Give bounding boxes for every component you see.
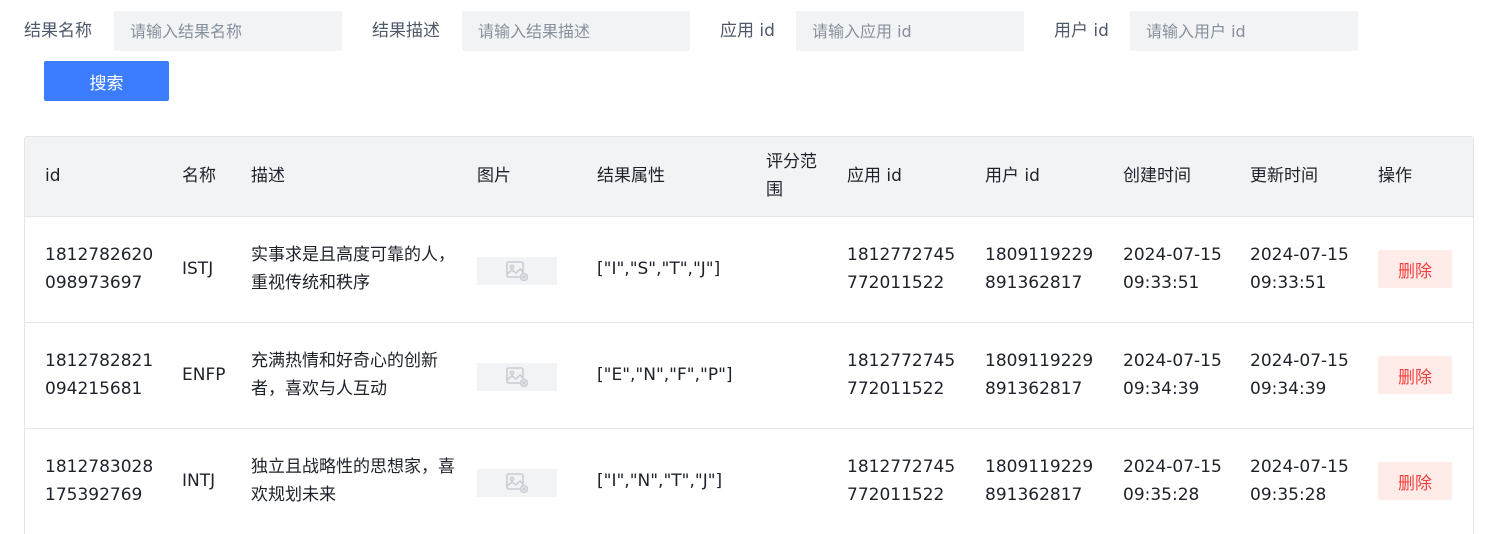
cell-props: ["I","S","T","J"] [597,259,721,279]
cell-user-id: 1809119229891362817 [985,245,1094,293]
table-row: 1812783028175392769 INTJ 独立且战略性的思想家，喜欢规划… [25,428,1473,534]
cell-name: ISTJ [182,259,214,279]
table-header-row: id 名称 描述 图片 结果属性 评分范围 应用 id 用户 id 创建时间 更… [25,137,1473,216]
cell-desc: 实事求是且高度可靠的人，重视传统和秩序 [251,245,455,293]
cell-props: ["E","N","F","P"] [597,365,733,385]
col-header-app-id: 应用 id [847,166,902,187]
col-header-props: 结果属性 [597,166,665,187]
col-header-name: 名称 [182,166,216,187]
result-name-label: 结果名称 [24,21,92,41]
cell-score [746,322,827,428]
cell-id: 1812782821094215681 [45,351,154,399]
broken-image-icon [477,469,557,498]
col-header-id: id [45,166,61,187]
cell-action: 删除 [1358,428,1473,534]
cell-name: INTJ [182,471,216,492]
col-header-user-id: 用户 id [985,166,1040,187]
cell-app-id: 1812772745772011522 [847,245,956,293]
user-id-input[interactable] [1130,11,1358,51]
col-header-action: 操作 [1378,166,1412,187]
cell-created: 2024-07-15 09:33:51 [1123,245,1222,293]
delete-button[interactable]: 删除 [1378,462,1452,501]
app-id-input[interactable] [796,11,1024,51]
cell-image [457,216,577,322]
cell-updated: 2024-07-15 09:35:28 [1250,457,1349,506]
delete-button[interactable]: 删除 [1378,356,1452,394]
cell-created: 2024-07-15 09:35:28 [1123,457,1222,506]
table-header: id 名称 描述 图片 结果属性 评分范围 应用 id 用户 id 创建时间 更… [25,137,1473,216]
broken-image-icon [477,257,557,285]
col-header-updated: 更新时间 [1250,166,1318,187]
col-header-created: 创建时间 [1123,166,1191,187]
col-header-score: 评分范围 [766,152,817,201]
search-button[interactable]: 搜索 [44,61,169,101]
table-row: 1812782821094215681 ENFP 充满热情和好奇心的创新者，喜欢… [25,322,1473,428]
cell-name: ENFP [182,365,226,385]
col-header-desc: 描述 [251,166,285,187]
cell-updated: 2024-07-15 09:34:39 [1250,351,1349,399]
cell-action: 删除 [1358,322,1473,428]
cell-user-id: 1809119229891362817 [985,351,1094,399]
cell-created: 2024-07-15 09:34:39 [1123,351,1222,399]
broken-image-icon [477,363,557,391]
cell-app-id: 1812772745772011522 [847,457,956,506]
cell-desc: 独立且战略性的思想家，喜欢规划未来 [251,457,455,506]
result-name-input[interactable] [114,11,342,51]
cell-updated: 2024-07-15 09:33:51 [1250,245,1349,293]
results-table-grid: id 名称 描述 图片 结果属性 评分范围 应用 id 用户 id 创建时间 更… [25,137,1473,534]
app-id-label: 应用 id [720,21,775,41]
results-table: id 名称 描述 图片 结果属性 评分范围 应用 id 用户 id 创建时间 更… [24,136,1474,534]
table-row: 1812782620098973697 ISTJ 实事求是且高度可靠的人，重视传… [25,216,1473,322]
user-id-label: 用户 id [1054,21,1109,41]
cell-desc: 充满热情和好奇心的创新者，喜欢与人互动 [251,351,438,399]
result-desc-label: 结果描述 [372,21,440,41]
search-form: 结果名称 结果描述 应用 id 用户 id 搜索 [0,0,1501,110]
cell-props: ["I","N","T","J"] [597,471,723,492]
cell-id: 1812783028175392769 [45,457,154,506]
cell-score [746,428,827,534]
table-body: 1812782620098973697 ISTJ 实事求是且高度可靠的人，重视传… [25,216,1473,534]
result-desc-input[interactable] [462,11,690,51]
cell-score [746,216,827,322]
cell-id: 1812782620098973697 [45,245,154,293]
cell-action: 删除 [1358,216,1473,322]
col-header-image: 图片 [477,166,511,187]
cell-image [457,428,577,534]
cell-user-id: 1809119229891362817 [985,457,1094,506]
cell-app-id: 1812772745772011522 [847,351,956,399]
cell-image [457,322,577,428]
delete-button[interactable]: 删除 [1378,250,1452,288]
